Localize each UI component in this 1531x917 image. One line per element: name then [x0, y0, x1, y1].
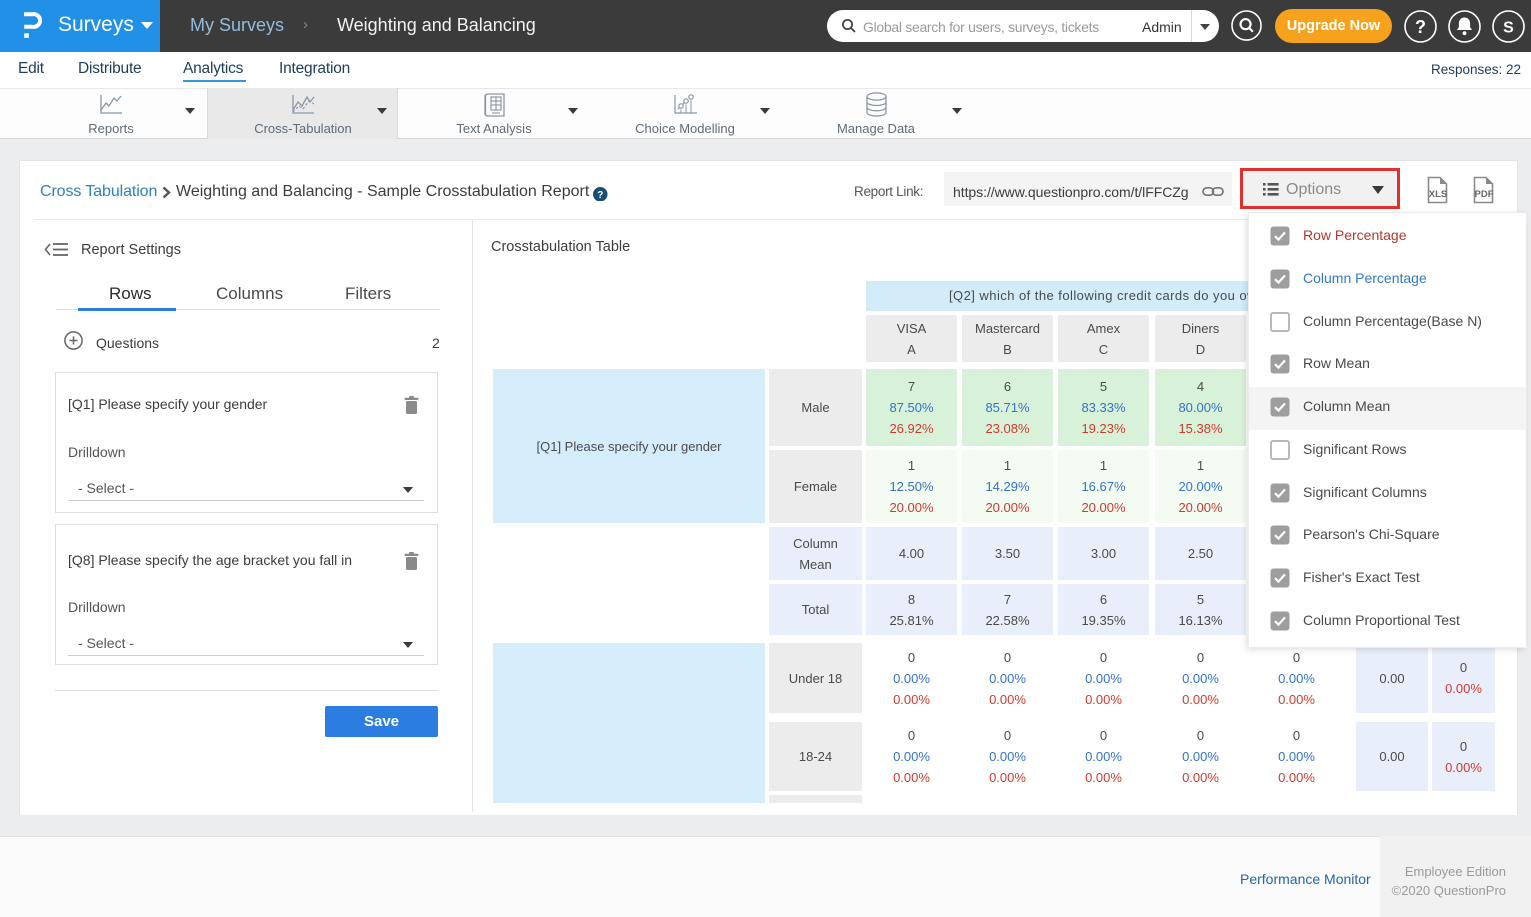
svg-text:PDF: PDF: [1475, 189, 1494, 200]
svg-text:?: ?: [1415, 17, 1426, 37]
svg-text:XLS: XLS: [1429, 189, 1447, 200]
svg-text:S: S: [1503, 20, 1514, 37]
svg-text:?: ?: [597, 189, 603, 200]
